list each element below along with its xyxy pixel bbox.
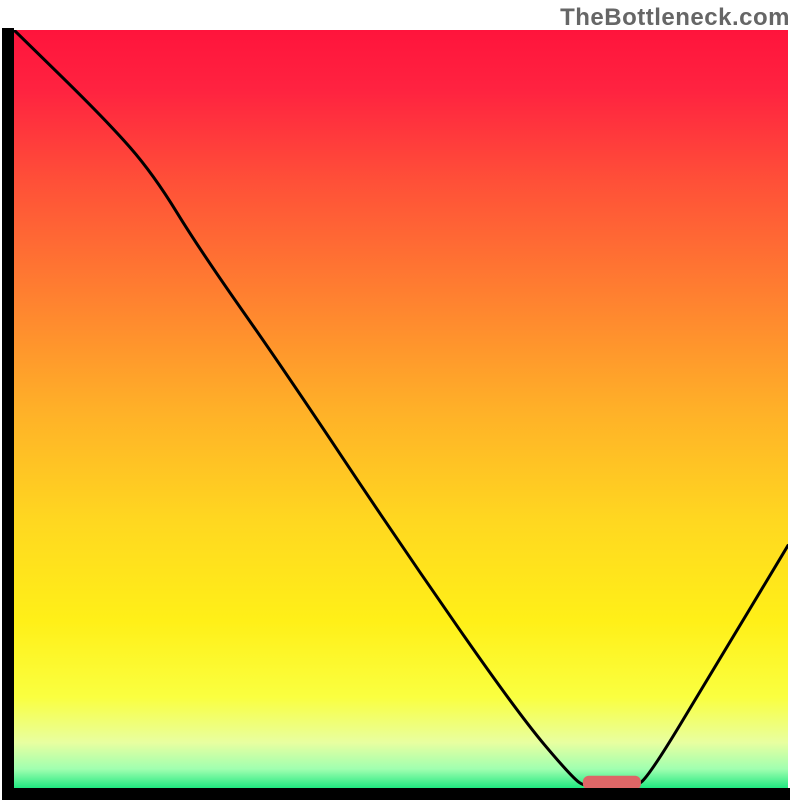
bottleneck-chart: [0, 0, 800, 800]
chart-frame: TheBottleneck.com: [0, 0, 800, 800]
optimum-marker: [583, 776, 641, 790]
gradient-background: [14, 30, 788, 788]
x-axis: [2, 788, 790, 800]
y-axis: [2, 28, 14, 800]
